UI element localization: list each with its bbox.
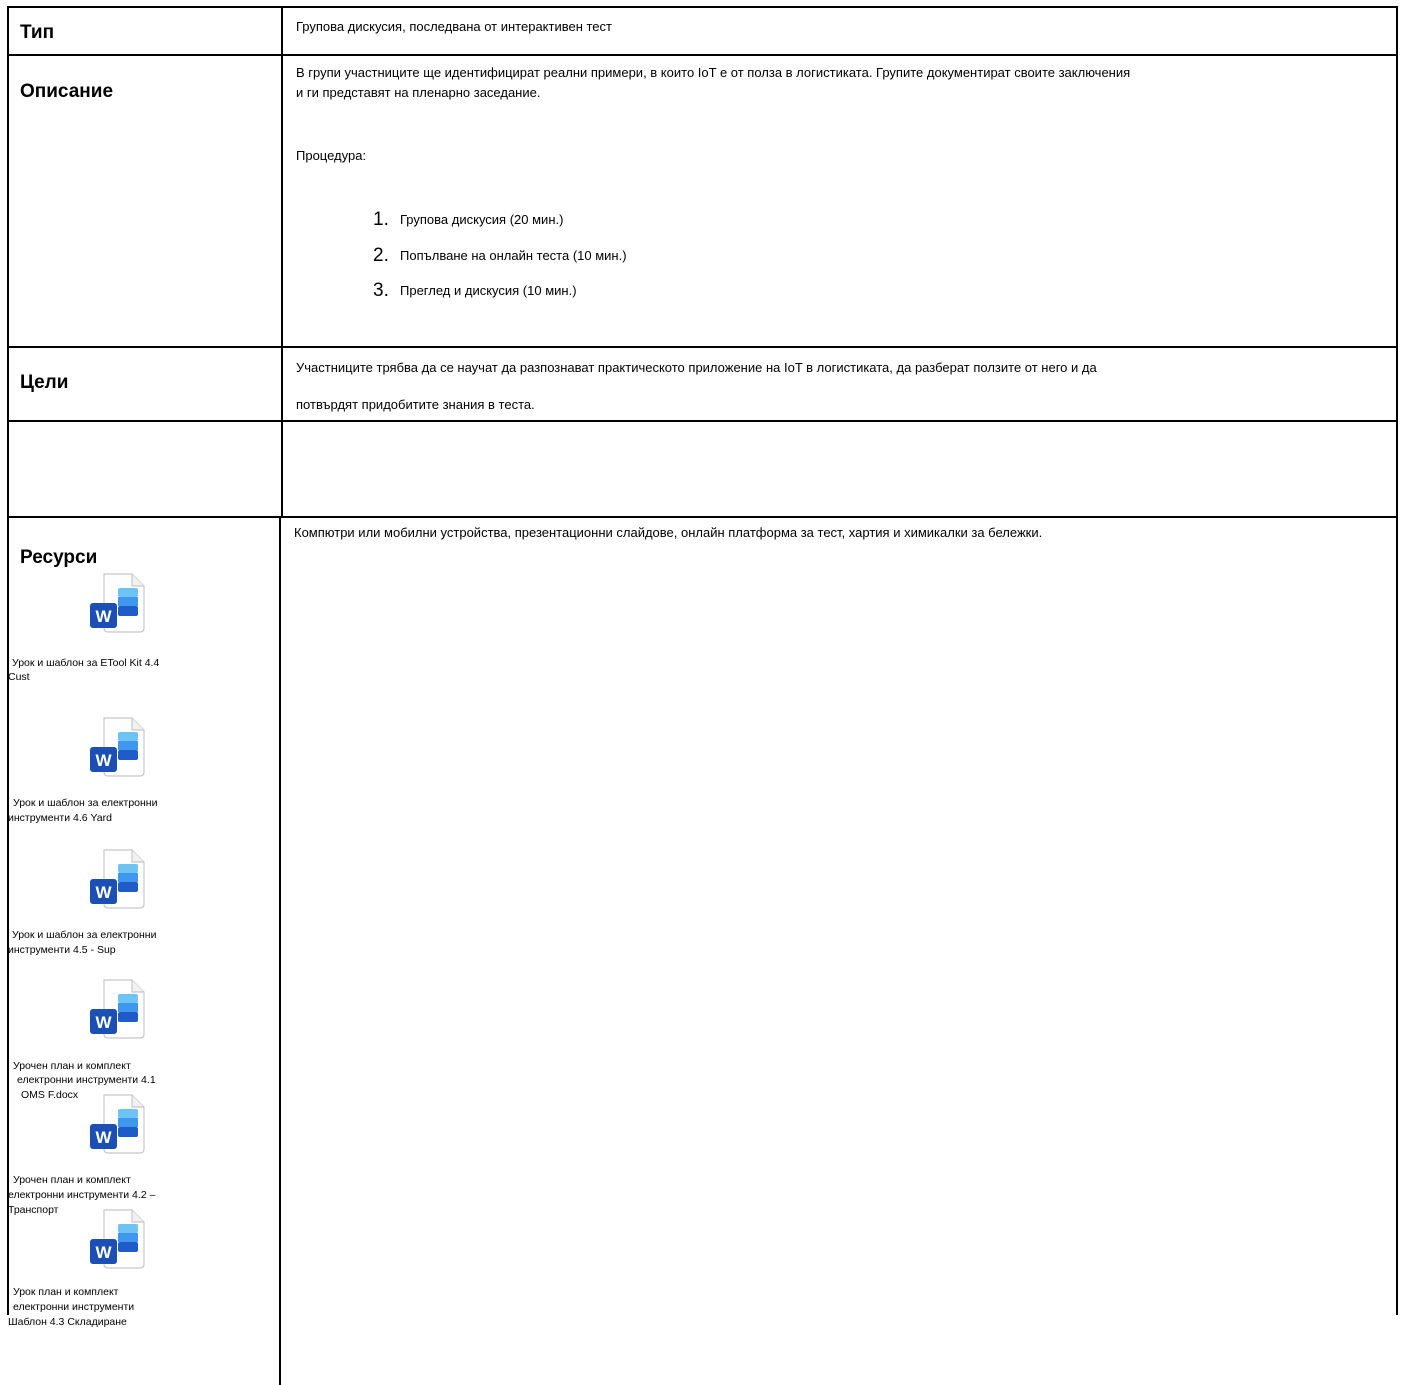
type-heading: Тип — [20, 22, 55, 43]
row-goals-value-cell: Участниците трябва да се научат да разпо… — [283, 348, 1396, 420]
lesson-table: Тип Групова дискусия, последвана от инте… — [7, 6, 1398, 1385]
attachment-label-line: Урочен план и комплект — [13, 1060, 131, 1072]
resources-right-border — [1396, 518, 1398, 1315]
step-text: Групова дискусия (20 мин.) — [400, 212, 564, 227]
description-line-2: и ги представят на пленарно заседание. — [296, 85, 541, 100]
step-number: 1. — [373, 209, 389, 230]
row-type-label-cell: Тип — [9, 8, 281, 54]
row-goals-label-cell: Цели — [9, 348, 281, 420]
attachment-label-line: електронни инструменти — [13, 1301, 135, 1313]
description-line-1: В групи участниците ще идентифицират реа… — [296, 65, 1131, 80]
attachment-label-line: Урочен план и комплект — [13, 1174, 131, 1186]
row-description: Описание В групи участниците ще идентифи… — [7, 56, 1398, 348]
step-text: Преглед и дискусия (10 мин.) — [400, 283, 577, 298]
step-text: Попълване на онлайн теста (10 мин.) — [400, 248, 627, 263]
type-value: Групова дискусия, последвана от интеракт… — [296, 19, 612, 34]
attachment-label-line: Шаблон 4.3 Складиране — [8, 1316, 127, 1328]
attachment-label-line: Урок план и комплект — [13, 1286, 119, 1298]
attachment-label-line: Урок и шаблон за електронни — [12, 929, 157, 941]
row-goals: Цели Участниците трябва да се научат да … — [7, 348, 1398, 422]
description-heading: Описание — [20, 81, 114, 102]
attachment-label-line: електронни инструменти 4.2 – — [8, 1189, 156, 1201]
attachment-label-line: Транспорт — [8, 1204, 59, 1216]
row-resources-value-cell: Компютри или мобилни устройства, презент… — [281, 518, 1398, 1385]
goals-line-1: Участниците трябва да се научат да разпо… — [296, 360, 1097, 375]
attachment-label-line: инструменти 4.6 Yard — [8, 812, 112, 824]
resources-heading: Ресурси — [20, 547, 98, 568]
procedure-step: 2. Попълване на онлайн теста (10 мин.) — [373, 245, 627, 267]
attachment-label-line: OMS F.docx — [21, 1089, 79, 1101]
word-document-icon — [88, 1208, 148, 1272]
attachment-label-line: електронни инструменти 4.1 — [17, 1074, 156, 1086]
row-resources: Ресурси Урок и шаблон за ETool Kit 4.4 C… — [7, 518, 1398, 1385]
word-document-icon — [88, 716, 148, 780]
row-description-value-cell: В групи участниците ще идентифицират реа… — [283, 56, 1396, 346]
step-number: 3. — [373, 280, 389, 301]
goals-line-2: потвърдят придобитите знания в теста. — [296, 397, 535, 412]
attachment-label-line: Cust — [8, 671, 30, 683]
attachment-label-line: Урок и шаблон за електронни — [13, 797, 158, 809]
procedure-label: Процедура: — [296, 148, 367, 163]
row-resources-label-cell: Ресурси Урок и шаблон за ETool Kit 4.4 C… — [7, 518, 279, 1385]
word-document-icon — [88, 572, 148, 636]
row-description-label-cell: Описание — [9, 56, 281, 346]
row-type-value-cell: Групова дискусия, последвана от интеракт… — [283, 8, 1396, 54]
resources-text: Компютри или мобилни устройства, презент… — [294, 525, 1043, 540]
row-type: Тип Групова дискусия, последвана от инте… — [7, 6, 1398, 56]
word-document-icon — [88, 978, 148, 1042]
goals-heading: Цели — [20, 372, 69, 393]
row-empty-label-cell — [9, 422, 281, 516]
procedure-step: 3. Преглед и дискусия (10 мин.) — [373, 280, 577, 302]
attachment-label-line: Урок и шаблон за ETool Kit 4.4 — [12, 657, 160, 669]
row-empty-value-cell — [283, 422, 1396, 516]
word-document-icon — [88, 848, 148, 912]
row-empty — [7, 422, 1398, 518]
resources-left-border — [7, 518, 9, 1315]
attachment-label-line: инструменти 4.5 - Sup — [8, 944, 116, 956]
word-document-icon — [88, 1093, 148, 1157]
step-number: 2. — [373, 245, 389, 266]
procedure-step: 1. Групова дискусия (20 мин.) — [373, 209, 563, 231]
